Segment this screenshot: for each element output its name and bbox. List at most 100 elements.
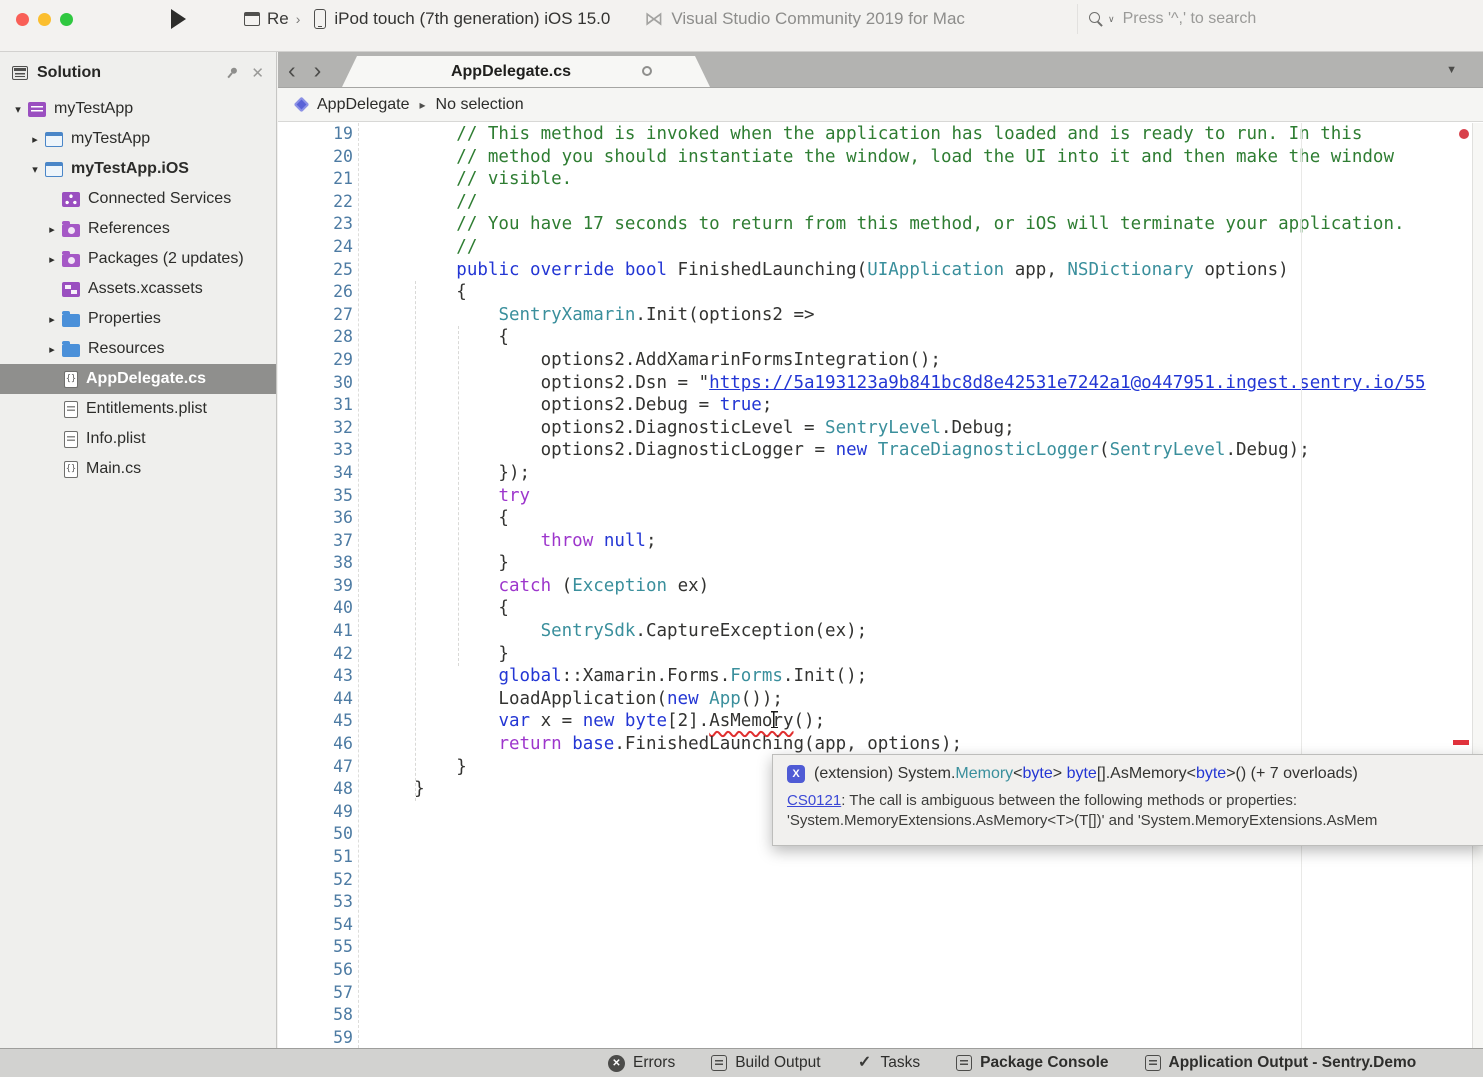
code-line-54[interactable]: 54 [278, 914, 1483, 937]
run-button[interactable] [171, 9, 186, 29]
line-number[interactable]: 28 [278, 326, 353, 349]
line-number[interactable]: 58 [278, 1004, 353, 1027]
line-number[interactable]: 44 [278, 688, 353, 711]
close-icon[interactable]: ✕ [251, 66, 264, 81]
code-line-59[interactable]: 59 [278, 1027, 1483, 1048]
code-editor[interactable]: 19 // This method is invoked when the ap… [278, 123, 1483, 1048]
breadcrumb-member[interactable]: No selection [436, 96, 524, 114]
tree-item-mytestapp-ios[interactable]: ▾myTestApp.iOS [0, 154, 276, 184]
code-line-56[interactable]: 56 [278, 959, 1483, 982]
tree-item-mytestapp[interactable]: ▸myTestApp [0, 124, 276, 154]
device-selector[interactable]: iPod touch (7th generation) iOS 15.0 [314, 9, 610, 29]
tab-list-dropdown-icon[interactable]: ▼ [1446, 64, 1457, 76]
line-number[interactable]: 46 [278, 733, 353, 756]
status-item-application-output-sentry-demo[interactable]: Application Output - Sentry.Demo [1145, 1054, 1417, 1072]
line-number[interactable]: 57 [278, 982, 353, 1005]
error-code-link[interactable]: CS0121 [787, 792, 841, 809]
tree-item-connected-services[interactable]: Connected Services [0, 184, 276, 214]
tab-appdelegate[interactable]: AppDelegate.cs [342, 56, 710, 87]
chevron-right-icon[interactable]: ▸ [44, 313, 60, 326]
code-line-52[interactable]: 52 [278, 869, 1483, 892]
line-number[interactable]: 54 [278, 914, 353, 937]
tab-dirty-indicator[interactable] [642, 66, 652, 76]
code-line-45[interactable]: 45 var x = new byte[2].AsMemory(); [278, 710, 1483, 733]
line-number[interactable]: 26 [278, 281, 353, 304]
code-line-53[interactable]: 53 [278, 891, 1483, 914]
line-number[interactable]: 35 [278, 485, 353, 508]
code-line-46[interactable]: 46 return base.FinishedLaunching(app, op… [278, 733, 1483, 756]
chevron-right-icon[interactable]: ▸ [44, 343, 60, 356]
close-window-button[interactable] [16, 13, 29, 26]
tree-item-references[interactable]: ▸References [0, 214, 276, 244]
line-number[interactable]: 42 [278, 643, 353, 666]
tree-item-assets-xcassets[interactable]: Assets.xcassets [0, 274, 276, 304]
build-configuration-selector[interactable]: Re › [244, 9, 300, 29]
line-number[interactable]: 20 [278, 146, 353, 169]
navigate-forward-button[interactable]: › [314, 57, 322, 84]
tree-item-packages-2-updates[interactable]: ▸Packages (2 updates) [0, 244, 276, 274]
code-line-19[interactable]: 19 // This method is invoked when the ap… [278, 123, 1483, 146]
code-line-51[interactable]: 51 [278, 846, 1483, 869]
line-number[interactable]: 31 [278, 394, 353, 417]
code-line-55[interactable]: 55 [278, 936, 1483, 959]
status-item-build-output[interactable]: Build Output [711, 1054, 820, 1072]
tree-item-resources[interactable]: ▸Resources [0, 334, 276, 364]
breadcrumb-class[interactable]: AppDelegate [317, 96, 410, 114]
line-number[interactable]: 36 [278, 507, 353, 530]
tree-item-info-plist[interactable]: Info.plist [0, 424, 276, 454]
line-number[interactable]: 37 [278, 530, 353, 553]
code-line-27[interactable]: 27 SentryXamarin.Init(options2 => [278, 304, 1483, 327]
line-number[interactable]: 24 [278, 236, 353, 259]
tree-item-main-cs[interactable]: Main.cs [0, 454, 276, 484]
line-number[interactable]: 52 [278, 869, 353, 892]
code-line-20[interactable]: 20 // method you should instantiate the … [278, 146, 1483, 169]
line-number[interactable]: 29 [278, 349, 353, 372]
maximize-window-button[interactable] [60, 13, 73, 26]
line-number[interactable]: 21 [278, 168, 353, 191]
chevron-right-icon[interactable]: ▸ [44, 253, 60, 266]
search-input[interactable] [1123, 10, 1459, 28]
minimize-window-button[interactable] [38, 13, 51, 26]
line-number[interactable]: 30 [278, 372, 353, 395]
line-number[interactable]: 19 [278, 123, 353, 146]
tree-item-appdelegate-cs[interactable]: AppDelegate.cs [0, 364, 276, 394]
line-number[interactable]: 40 [278, 597, 353, 620]
status-item-package-console[interactable]: Package Console [956, 1054, 1108, 1072]
pin-icon[interactable] [223, 63, 243, 83]
navigate-back-button[interactable]: ‹ [288, 57, 296, 84]
tree-item-mytestapp[interactable]: ▾myTestApp [0, 94, 276, 124]
code-line-25[interactable]: 25 public override bool FinishedLaunchin… [278, 259, 1483, 282]
line-number[interactable]: 27 [278, 304, 353, 327]
code-line-57[interactable]: 57 [278, 982, 1483, 1005]
chevron-right-icon[interactable]: ▸ [27, 133, 43, 146]
chevron-down-icon[interactable]: ▾ [10, 103, 26, 116]
line-number[interactable]: 43 [278, 665, 353, 688]
code-line-44[interactable]: 44 LoadApplication(new App()); [278, 688, 1483, 711]
code-line-21[interactable]: 21 // visible. [278, 168, 1483, 191]
line-number[interactable]: 34 [278, 462, 353, 485]
global-search[interactable]: ∨ [1077, 4, 1469, 34]
dsn-link[interactable]: https://5a193123a9b841bc8d8e42531e7242a1… [709, 373, 1425, 393]
line-number[interactable]: 47 [278, 756, 353, 779]
status-item-errors[interactable]: Errors [608, 1054, 675, 1072]
line-number[interactable]: 32 [278, 417, 353, 440]
line-number[interactable]: 41 [278, 620, 353, 643]
chevron-right-icon[interactable]: ▸ [44, 223, 60, 236]
line-number[interactable]: 56 [278, 959, 353, 982]
line-number[interactable]: 38 [278, 552, 353, 575]
line-number[interactable]: 55 [278, 936, 353, 959]
tree-item-entitlements-plist[interactable]: Entitlements.plist [0, 394, 276, 424]
code-line-22[interactable]: 22 // [278, 191, 1483, 214]
line-number[interactable]: 49 [278, 801, 353, 824]
status-item-tasks[interactable]: Tasks [857, 1054, 921, 1072]
line-number[interactable]: 39 [278, 575, 353, 598]
line-number[interactable]: 50 [278, 823, 353, 846]
line-number[interactable]: 22 [278, 191, 353, 214]
chevron-down-icon[interactable]: ▾ [27, 163, 43, 176]
line-number[interactable]: 48 [278, 778, 353, 801]
line-number[interactable]: 23 [278, 213, 353, 236]
code-line-23[interactable]: 23 // You have 17 seconds to return from… [278, 213, 1483, 236]
code-line-58[interactable]: 58 [278, 1004, 1483, 1027]
line-number[interactable]: 59 [278, 1027, 353, 1048]
line-number[interactable]: 25 [278, 259, 353, 282]
